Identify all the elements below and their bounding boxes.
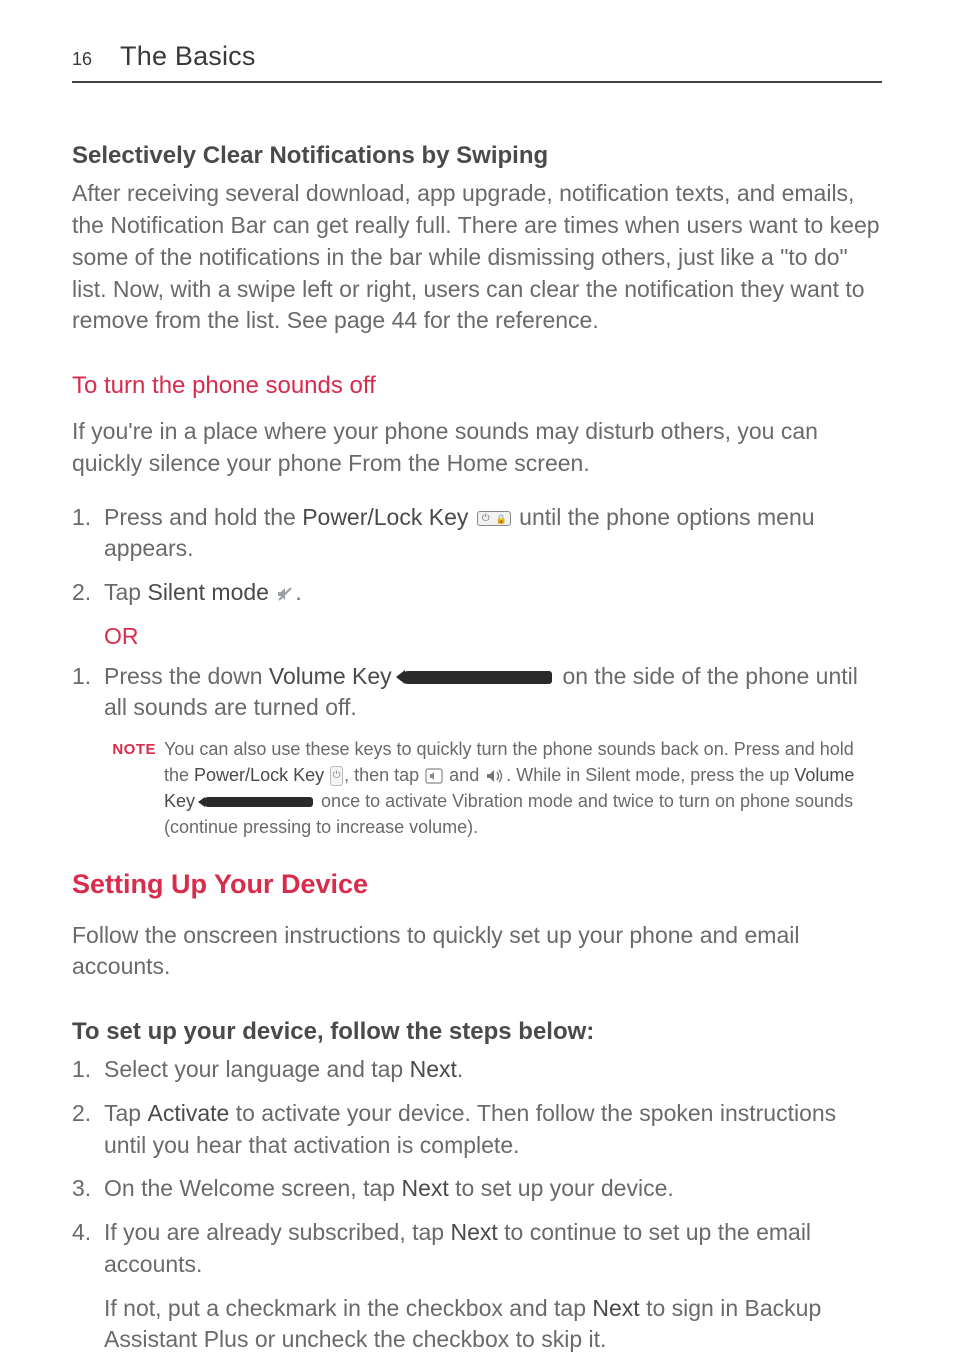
setup-steps-list: Select your language and tap Next. Tap A… (72, 1054, 882, 1280)
volume-key-label: Volume Key (269, 663, 392, 689)
sound-profile-icon (425, 768, 443, 784)
section-title-setup: Setting Up Your Device (72, 866, 882, 903)
setup-step-4: If you are already subscribed, tap Next … (72, 1217, 882, 1280)
section-title-swipe: Selectively Clear Notifications by Swipi… (72, 139, 882, 172)
setup-step-4-continued: If not, put a checkmark in the checkbox … (72, 1293, 882, 1356)
note-text: You can also use these keys to quickly t… (164, 736, 882, 840)
setup2-a: Tap (104, 1100, 147, 1126)
note-t4: . While in Silent mode, press the up (506, 765, 794, 785)
note-t2: , then tap (344, 765, 424, 785)
setup-step-2: Tap Activate to activate your device. Th… (72, 1098, 882, 1161)
or-label: OR (104, 621, 882, 653)
setup1-b: . (457, 1056, 463, 1082)
volume-key-small-icon (203, 797, 313, 807)
setup3-b: to set up your device. (449, 1175, 674, 1201)
chapter-title: The Basics (120, 38, 256, 75)
step-2-a: Tap Silent mode . (72, 577, 882, 609)
section-subtitle-setup: To set up your device, follow the steps … (72, 1015, 882, 1048)
steps-list-b: Press the down Volume Key on the side of… (72, 661, 882, 724)
power-lock-key-label: Power/Lock Key (302, 504, 468, 530)
note-label: NOTE (104, 736, 164, 761)
next-label-1: Next (410, 1056, 457, 1082)
section-body-swipe: After receiving several download, app up… (72, 178, 882, 337)
power-lock-key-small-icon: ⏻ (330, 766, 343, 786)
step-1a-pre: Press and hold the (104, 504, 302, 530)
next-label-4: Next (450, 1219, 497, 1245)
step-1b-pre: Press the down (104, 663, 269, 689)
setup4c-a: If not, put a checkmark in the checkbox … (104, 1295, 592, 1321)
section-title-sounds-off: To turn the phone sounds off (72, 369, 882, 402)
power-lock-key-icon (477, 511, 511, 526)
steps-list-a: Press and hold the Power/Lock Key until … (72, 502, 882, 609)
silent-mode-label: Silent mode (147, 579, 268, 605)
page-number: 16 (72, 47, 92, 72)
step-2a-pre: Tap (104, 579, 147, 605)
setup-step-3: On the Welcome screen, tap Next to set u… (72, 1173, 882, 1205)
next-label-4c: Next (592, 1295, 639, 1321)
page-header: 16 The Basics (72, 38, 882, 83)
setup-intro: Follow the onscreen instructions to quic… (72, 920, 882, 983)
step-2a-post: . (295, 579, 301, 605)
note-t3: and (444, 765, 484, 785)
speaker-sound-icon (485, 768, 505, 784)
note-block: NOTE You can also use these keys to quic… (72, 736, 882, 840)
note-power-lock: Power/Lock Key (194, 765, 324, 785)
activate-label: Activate (147, 1100, 229, 1126)
setup-step-1: Select your language and tap Next. (72, 1054, 882, 1086)
volume-key-icon (402, 671, 552, 684)
step-1-b: Press the down Volume Key on the side of… (72, 661, 882, 724)
setup1-a: Select your language and tap (104, 1056, 410, 1082)
setup4-a: If you are already subscribed, tap (104, 1219, 450, 1245)
silent-mode-icon (275, 584, 295, 604)
step-1-a: Press and hold the Power/Lock Key until … (72, 502, 882, 565)
sounds-off-intro: If you're in a place where your phone so… (72, 416, 882, 479)
next-label-3: Next (401, 1175, 448, 1201)
setup3-a: On the Welcome screen, tap (104, 1175, 401, 1201)
